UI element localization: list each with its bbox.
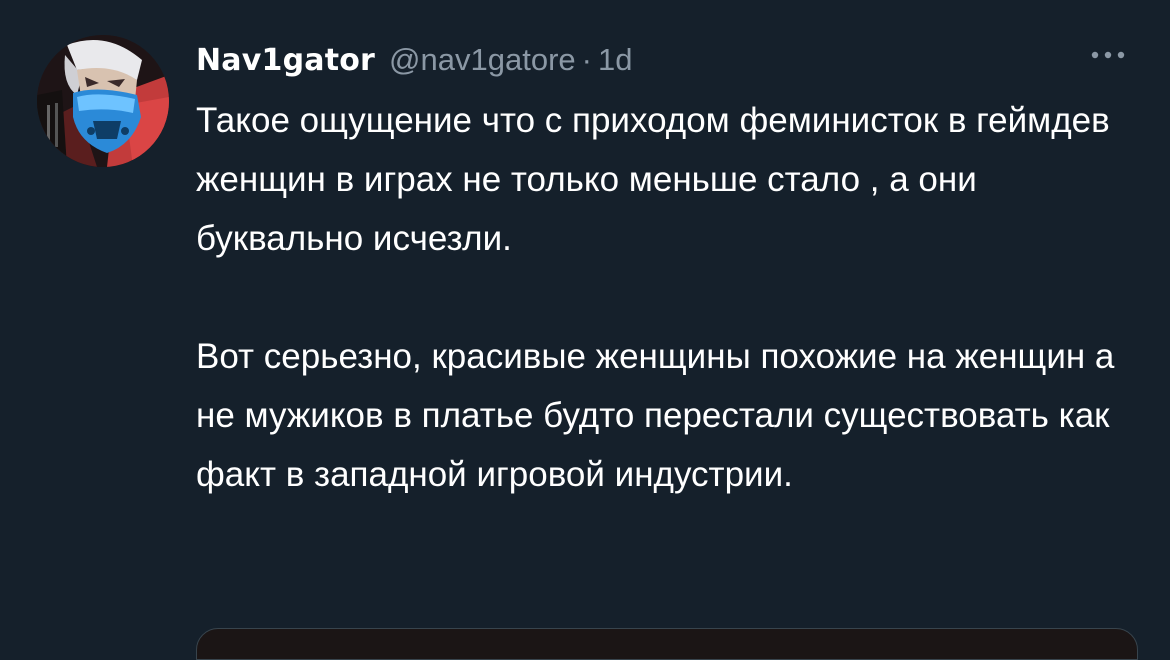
tweet-paragraph: Такое ощущение что с приходом феминисток… [196, 101, 1110, 258]
separator-dot: · [581, 42, 592, 77]
tweet-text: Такое ощущение что с приходом феминисток… [196, 91, 1136, 504]
tweet[interactable]: Nav1gator @nav1gatore · 1d Такое ощущени… [0, 0, 1170, 660]
tweet-timestamp[interactable]: 1d [598, 42, 632, 78]
tweet-header: Nav1gator @nav1gatore · 1d [196, 30, 632, 90]
tweet-paragraph: Вот серьезно, красивые женщины похожие н… [196, 337, 1115, 494]
media-preview[interactable] [196, 628, 1138, 660]
avatar[interactable] [37, 35, 169, 167]
author-display-name[interactable]: Nav1gator [196, 43, 375, 78]
more-options-button[interactable] [1084, 40, 1132, 70]
more-dots-icon [1091, 51, 1125, 59]
author-handle[interactable]: @nav1gatore [389, 42, 576, 78]
masked-character-avatar-icon [37, 35, 169, 167]
